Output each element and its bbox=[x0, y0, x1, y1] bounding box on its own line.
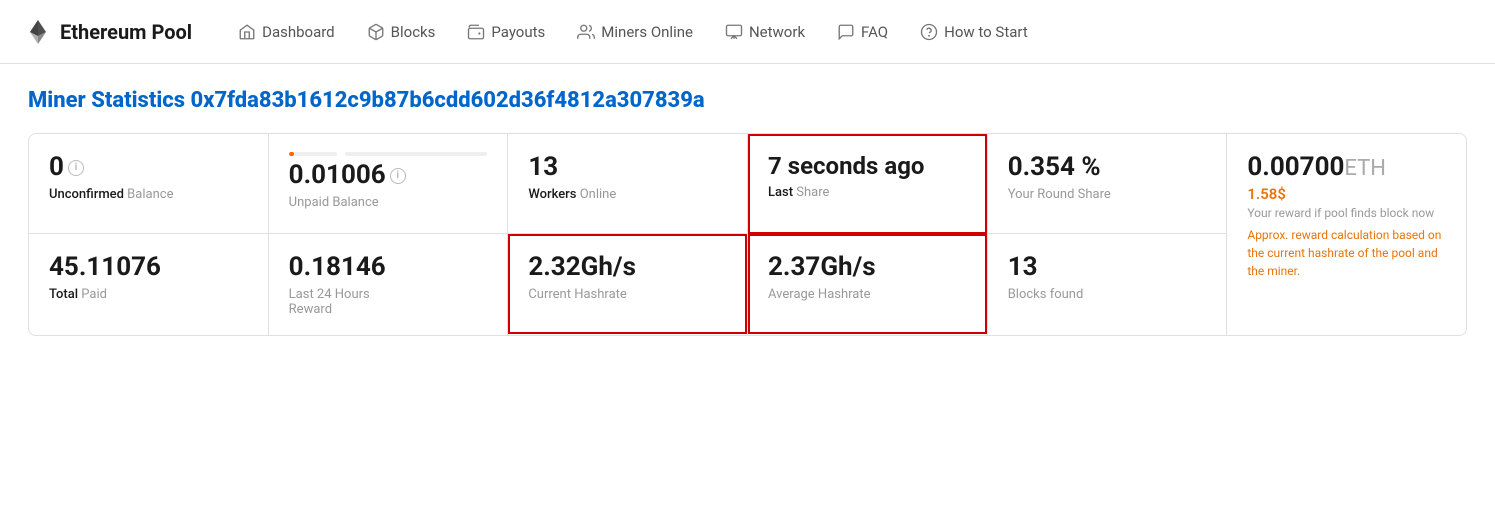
col-balance: 0 i Unconfirmed Balance 45.11076 Total P… bbox=[29, 134, 269, 335]
average-hashrate-cell: 2.37 Gh/s Average Hashrate bbox=[748, 234, 987, 334]
average-hashrate-label: Average Hashrate bbox=[768, 287, 967, 302]
last-24h-label: Last 24 Hours Reward bbox=[289, 287, 488, 317]
total-paid-cell: 45.11076 Total Paid bbox=[29, 234, 268, 334]
round-share-cell: 0.354 % Your Round Share bbox=[988, 134, 1227, 234]
cube-icon bbox=[367, 23, 385, 41]
col-eth-reward: 0.00700 ETH 1.58$ Your reward if pool fi… bbox=[1227, 134, 1466, 335]
site-header: Ethereum Pool Dashboard Blocks bbox=[0, 0, 1495, 64]
nav-item-dashboard[interactable]: Dashboard bbox=[224, 15, 349, 49]
nav-item-how-to-start[interactable]: How to Start bbox=[906, 15, 1042, 49]
unpaid-value: 0.01006 bbox=[289, 160, 386, 191]
col-unpaid: 0.01006 i Unpaid Balance 0.18146 Last 24… bbox=[269, 134, 509, 335]
question-icon bbox=[920, 23, 938, 41]
unpaid-info-icon[interactable]: i bbox=[390, 168, 406, 184]
unconfirmed-value: 0 bbox=[49, 152, 64, 183]
workers-online-cell: 13 Workers Online bbox=[508, 134, 747, 234]
users-icon bbox=[577, 23, 595, 41]
unconfirmed-info-icon[interactable]: i bbox=[68, 160, 84, 176]
nav-item-miners-online[interactable]: Miners Online bbox=[563, 15, 707, 49]
eth-reward-value: 0.00700 bbox=[1247, 152, 1344, 183]
total-paid-value: 45.11076 bbox=[49, 252, 248, 283]
blocks-found-value: 13 bbox=[1008, 252, 1207, 283]
monitor-icon bbox=[725, 23, 743, 41]
current-hashrate-value: 2.32 bbox=[528, 252, 580, 283]
stats-grid: 0 i Unconfirmed Balance 45.11076 Total P… bbox=[28, 133, 1467, 336]
total-paid-label: Total Paid bbox=[49, 287, 248, 302]
unpaid-label: Unpaid Balance bbox=[289, 195, 488, 210]
page-title: Miner Statistics 0x7fda83b1612c9b87b6cdd… bbox=[28, 88, 1467, 113]
nav-item-blocks[interactable]: Blocks bbox=[353, 15, 450, 49]
blocks-found-cell: 13 Blocks found bbox=[988, 234, 1227, 334]
workers-value: 13 bbox=[528, 152, 727, 183]
unconfirmed-label: Unconfirmed Balance bbox=[49, 187, 248, 202]
unpaid-progress-fill bbox=[289, 152, 295, 156]
nav-item-payouts[interactable]: Payouts bbox=[453, 15, 559, 49]
round-share-value: 0.354 % bbox=[1008, 152, 1207, 183]
col-workers: 13 Workers Online 2.32 Gh/s Current Hash… bbox=[508, 134, 748, 335]
round-share-label: Your Round Share bbox=[1008, 187, 1207, 202]
current-hashrate-label: Current Hashrate bbox=[528, 287, 727, 302]
last-share-cell: 7 seconds ago Last Share bbox=[748, 134, 987, 234]
logo-area: Ethereum Pool bbox=[24, 18, 192, 46]
ethereum-logo-icon bbox=[24, 18, 52, 46]
col-round: 0.354 % Your Round Share 13 Blocks found bbox=[988, 134, 1228, 335]
home-icon bbox=[238, 23, 256, 41]
last-share-label: Last Share bbox=[768, 185, 967, 200]
nav-item-faq[interactable]: FAQ bbox=[823, 15, 902, 49]
site-title: Ethereum Pool bbox=[60, 20, 192, 44]
eth-reward-unit: ETH bbox=[1344, 156, 1386, 181]
blocks-found-label: Blocks found bbox=[1008, 287, 1207, 302]
col-shares: 7 seconds ago Last Share 2.37 Gh/s Avera… bbox=[748, 134, 988, 335]
chat-icon bbox=[837, 23, 855, 41]
workers-label: Workers Online bbox=[528, 187, 727, 202]
main-content: Miner Statistics 0x7fda83b1612c9b87b6cdd… bbox=[0, 64, 1495, 360]
current-hashrate-cell: 2.32 Gh/s Current Hashrate bbox=[508, 234, 747, 334]
unconfirmed-balance-cell: 0 i Unconfirmed Balance bbox=[29, 134, 268, 234]
eth-reward-cell: 0.00700 ETH 1.58$ Your reward if pool fi… bbox=[1227, 134, 1466, 335]
eth-reward-dollar: 1.58$ bbox=[1247, 185, 1446, 203]
current-hashrate-unit: Gh/s bbox=[581, 252, 636, 283]
nav-item-network[interactable]: Network bbox=[711, 15, 819, 49]
last-24h-value: 0.18146 bbox=[289, 252, 488, 283]
unpaid-balance-cell: 0.01006 i Unpaid Balance bbox=[269, 134, 508, 234]
last-share-value: 7 seconds ago bbox=[768, 152, 967, 181]
eth-reward-desc: Your reward if pool finds block now bbox=[1247, 205, 1446, 222]
eth-approx-text: Approx. reward calculation based on the … bbox=[1247, 226, 1446, 280]
main-nav: Dashboard Blocks Payouts bbox=[224, 15, 1471, 49]
average-hashrate-unit: Gh/s bbox=[820, 252, 875, 283]
average-hashrate-value: 2.37 bbox=[768, 252, 820, 283]
wallet-icon bbox=[467, 23, 485, 41]
last-24h-cell: 0.18146 Last 24 Hours Reward bbox=[269, 234, 508, 335]
